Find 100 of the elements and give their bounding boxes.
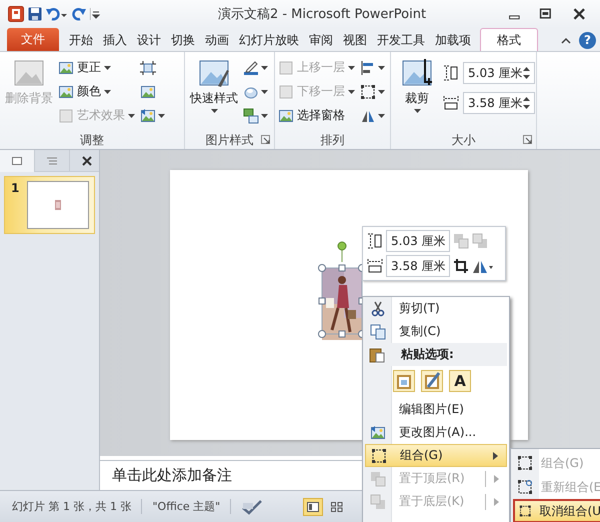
ribbon-button[interactable]: 选择窗格 [278, 106, 357, 125]
crop-icon[interactable] [453, 258, 469, 274]
dialog-launcher-icon[interactable] [261, 135, 270, 144]
caret-icon [378, 66, 385, 70]
square-icon [278, 84, 294, 100]
picture-brush-icon [198, 58, 230, 88]
width-icon [443, 95, 459, 111]
picture-icon [58, 60, 74, 76]
ribbon-tab[interactable]: 视图 [338, 29, 372, 51]
ribbon-tab[interactable]: 开发工具 [372, 29, 430, 51]
caret-icon [210, 109, 218, 113]
save-icon[interactable] [28, 7, 42, 21]
undo-icon[interactable] [46, 7, 68, 21]
picture-icon [140, 84, 156, 100]
picture-arrow-button[interactable] [140, 106, 165, 125]
slides-tab[interactable] [0, 150, 35, 172]
paste-text-button[interactable]: A [449, 370, 471, 392]
ribbon-button[interactable]: 快速样式 [188, 56, 240, 131]
theme-name[interactable]: "Office 主题" [152, 499, 232, 514]
square-icon [278, 60, 294, 76]
pen-icon [243, 60, 259, 76]
group-label: 调整 [80, 132, 104, 148]
paste-picture-button[interactable] [393, 370, 415, 392]
caret-icon [378, 114, 385, 118]
ribbon-tab[interactable]: 设计 [132, 29, 166, 51]
collapse-ribbon-icon[interactable] [561, 36, 571, 44]
crop-picture-icon [401, 58, 433, 88]
menu-item[interactable]: 剪切(T) [365, 297, 507, 320]
spin-arrows-icon [523, 96, 530, 110]
caret-icon [128, 114, 135, 118]
redo-icon[interactable] [72, 7, 86, 21]
ribbon-tab[interactable]: 格式 [480, 28, 538, 51]
size-field[interactable]: 5.03 厘米 [463, 62, 535, 84]
slide-thumbnail-row[interactable]: 1 [4, 176, 95, 234]
caret-icon [348, 66, 355, 70]
caret-icon [104, 90, 111, 94]
group-label: 大小 [452, 132, 476, 148]
caret-icon [414, 109, 420, 113]
crop-marks-icon [140, 60, 156, 76]
ribbon-button[interactable]: 更正 [58, 58, 137, 77]
caret-icon [158, 114, 165, 118]
menu-item[interactable]: 组合(G) [365, 444, 507, 467]
submenu-arrow-icon [494, 498, 499, 506]
height-icon [443, 65, 459, 81]
dialog-launcher-icon[interactable] [523, 135, 532, 144]
ribbon-tab[interactable]: 幻灯片放映 [234, 29, 304, 51]
menu-section-title: 粘贴选项: [400, 346, 454, 363]
submenu-arrow-icon [493, 452, 498, 460]
menu-item[interactable]: 更改图片(A)... [365, 421, 507, 444]
clipboard-icon [369, 346, 385, 362]
help-button[interactable]: ? [579, 32, 596, 48]
ribbon-button[interactable]: 裁剪 [394, 56, 440, 131]
menu-item[interactable]: 编辑图片(E) [365, 398, 507, 421]
menu-item[interactable]: 取消组合(U [513, 499, 600, 522]
paste-formatting-button[interactable] [421, 370, 443, 392]
group-icon [360, 84, 376, 100]
align-button[interactable] [360, 58, 385, 77]
picture-icon [55, 200, 61, 210]
layout-button[interactable] [243, 106, 268, 125]
width-icon [367, 258, 383, 274]
caret-icon [261, 90, 268, 94]
group-label: 图片样式 [206, 132, 254, 148]
file-tab[interactable]: 文件 [7, 28, 59, 51]
grid-icon [331, 502, 344, 512]
group-button[interactable] [360, 82, 385, 101]
caret-icon [348, 90, 355, 94]
change-picture-icon [370, 424, 386, 440]
menu-item[interactable]: 复制(C) [365, 320, 507, 343]
slide-icon [11, 156, 23, 166]
size-field[interactable]: 3.58 厘米 [463, 92, 535, 114]
normal-view-icon [307, 502, 320, 512]
ribbon-tab[interactable]: 插入 [98, 29, 132, 51]
ribbon-tab[interactable]: 开始 [64, 29, 98, 51]
close-pane-icon[interactable] [82, 156, 92, 166]
caret-icon [261, 66, 268, 70]
scissors-icon [370, 300, 386, 316]
ribbon-tab[interactable]: 加载项 [430, 29, 476, 51]
ungroup-icon [519, 503, 532, 519]
clipboard-picture-icon [395, 372, 413, 390]
ribbon-tab[interactable]: 审阅 [304, 29, 338, 51]
copy-icon [370, 324, 386, 340]
ribbon-tab[interactable]: 动画 [200, 29, 234, 51]
picture-icon [278, 108, 294, 124]
ribbon-button[interactable]: 颜色 [58, 82, 137, 101]
group-icon [517, 455, 533, 471]
layout-icon [243, 108, 259, 124]
size-field[interactable]: 5.03 厘米 [386, 230, 450, 252]
ribbon-tab[interactable]: 切换 [166, 29, 200, 51]
submenu-arrow-icon [494, 474, 499, 482]
caret-icon [104, 66, 111, 70]
spell-check-icon[interactable] [241, 498, 264, 514]
normal-view-button[interactable] [303, 498, 324, 516]
app-logo-icon[interactable] [8, 6, 24, 22]
outline-icon [46, 156, 58, 166]
customize-menu-icon[interactable] [90, 7, 100, 21]
square-icon [58, 108, 74, 124]
send-to-back-icon [370, 494, 386, 510]
group-icon [371, 448, 387, 464]
align-icon [360, 60, 376, 76]
size-field[interactable]: 3.58 厘米 [386, 255, 450, 277]
